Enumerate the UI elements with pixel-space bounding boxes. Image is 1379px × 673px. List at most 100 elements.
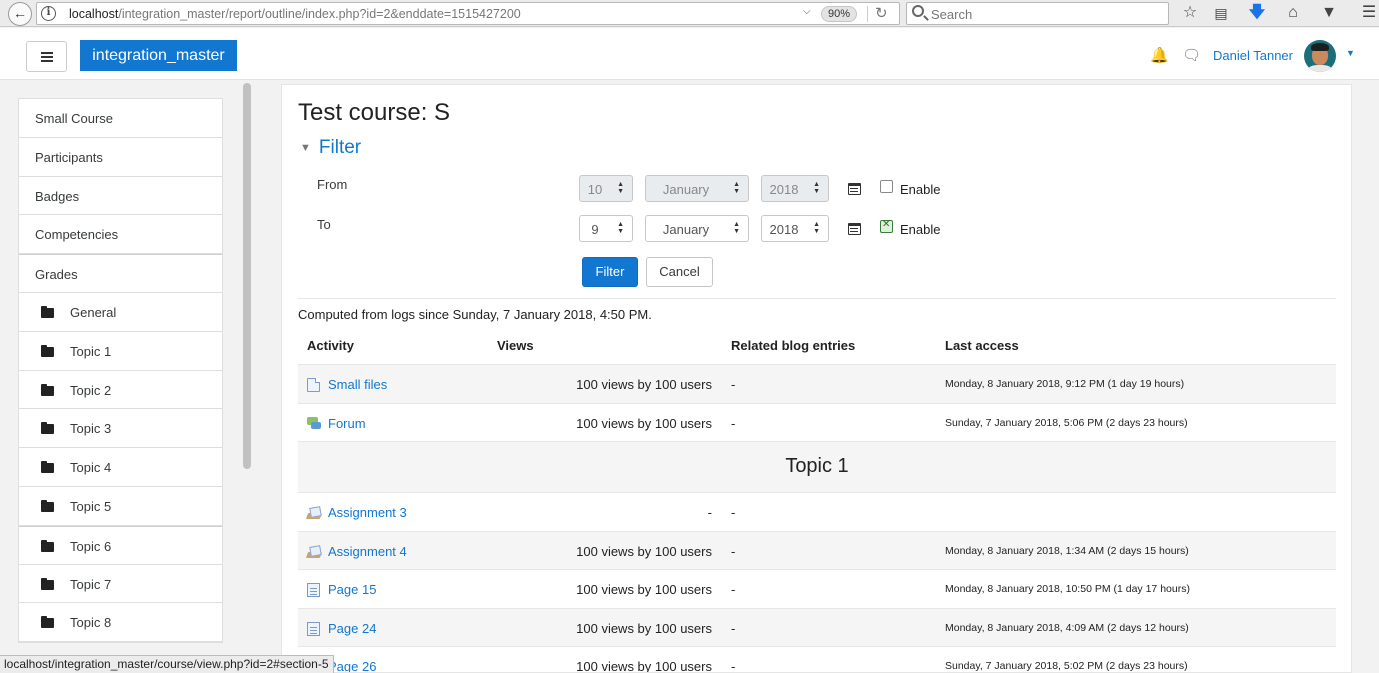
to-enable-checkbox[interactable] — [880, 219, 893, 233]
from-year-select[interactable]: 2018 ▲ ▼ — [761, 175, 829, 202]
site-brand-link[interactable]: integration_master — [80, 40, 237, 71]
table-row: Small files 100 views by 100 users - Monday… — [298, 364, 1336, 403]
sidebar-item-topic-5[interactable]: Topic 5 — [19, 487, 222, 526]
drawer-toggle-button[interactable] — [26, 41, 67, 72]
activity-link[interactable]: Page 15 — [328, 582, 376, 597]
to-month-select[interactable]: January ▲ ▼ — [645, 215, 749, 242]
table-row: Forum 100 views by 100 users - Sunday, 7 Ja… — [298, 402, 1336, 442]
table-row: Page 26 100 views by 100 users - Sunday, 7 … — [298, 646, 1336, 673]
blog-cell: - — [731, 659, 736, 673]
last-access-cell: Sunday, 7 January 2018, 5:06 PM (2 days … — [945, 416, 1188, 429]
computed-from-logs-text: Computed from logs since Sunday, 7 Janua… — [298, 307, 652, 322]
calendar-icon[interactable] — [848, 223, 861, 235]
sidebar-item-topic-7[interactable]: Topic 7 — [19, 565, 222, 604]
col-header-last-access: Last access — [945, 338, 1019, 353]
from-month-select[interactable]: January ▲ ▼ — [645, 175, 749, 202]
pocket-icon[interactable]: ▼ — [1318, 3, 1340, 23]
download-icon[interactable]: 🡇 — [1246, 3, 1268, 23]
user-menu-name[interactable]: Daniel Tanner — [1213, 48, 1293, 63]
sidebar-item-label: Topic 7 — [70, 576, 112, 592]
divider — [298, 298, 1336, 299]
activity-link[interactable]: Forum — [328, 416, 366, 431]
triangle-down-icon: ▼ — [300, 141, 311, 154]
sidebar-item-label: Participants — [35, 149, 103, 165]
activity-link[interactable]: Page 24 — [328, 621, 376, 636]
home-icon[interactable]: ⌂ — [1282, 3, 1304, 23]
from-enable-checkbox[interactable] — [880, 180, 893, 193]
avatar[interactable] — [1304, 40, 1336, 72]
from-day-select[interactable]: 10 ▲ ▼ — [579, 175, 633, 202]
browser-status-bar: localhost/integration_master/course/view… — [0, 655, 334, 673]
blog-cell: - — [731, 415, 736, 431]
views-cell: 100 views by 100 users — [576, 415, 712, 431]
search-icon — [912, 5, 924, 17]
chevron-down-icon[interactable]: ⌵ — [803, 6, 811, 17]
sidebar-item-topic-2[interactable]: Topic 2 — [19, 371, 222, 410]
table-row: Page 15 100 views by 100 users - Monday, 8 … — [298, 569, 1336, 608]
sidebar-item-label: Topic 4 — [70, 460, 112, 476]
section-title: Topic 1 — [785, 455, 849, 477]
last-access-cell: Monday, 8 January 2018, 4:09 AM (2 days … — [945, 621, 1189, 634]
cancel-button[interactable]: Cancel — [646, 257, 713, 287]
url-divider — [867, 6, 868, 22]
bell-icon[interactable]: 🔔 — [1150, 46, 1169, 64]
to-day-select[interactable]: 9 ▲ ▼ — [579, 215, 633, 242]
sidebar-item-grades[interactable]: Grades — [19, 254, 222, 293]
site-info-icon[interactable]: i — [41, 6, 56, 21]
bookmark-star-icon[interactable]: ☆ — [1179, 3, 1201, 23]
table-row: Assignment 3 - - — [298, 492, 1336, 531]
views-cell: 100 views by 100 users — [576, 582, 712, 597]
scroll-thumb[interactable] — [243, 83, 251, 469]
course-nav-list: Small Course Participants Badges Competenci… — [18, 98, 223, 644]
zoom-level-badge[interactable]: 90% — [821, 6, 857, 22]
activity-link[interactable]: Page 26 — [328, 659, 376, 672]
sidebar-item-general[interactable]: General — [19, 293, 222, 332]
blog-cell: - — [731, 582, 736, 597]
sidebar-item-topic-3[interactable]: Topic 3 — [19, 409, 222, 449]
activity-link[interactable]: Assignment 3 — [328, 505, 407, 520]
views-cell: 100 views by 100 users — [576, 620, 712, 636]
views-cell: 100 views by 100 users — [576, 659, 712, 673]
sidebar-item-competencies[interactable]: Competencies — [19, 215, 222, 255]
last-access-cell: Monday, 8 January 2018, 1:34 AM (2 days … — [945, 544, 1189, 557]
sidebar-item-label: Competencies — [35, 227, 119, 243]
filter-collapse-toggle[interactable]: ▼ Filter — [300, 137, 361, 159]
assignment-icon — [307, 545, 320, 559]
last-access-cell: Monday, 8 January 2018, 9:12 PM (1 day 1… — [945, 378, 1185, 390]
caret-down-icon[interactable]: ▼ — [1346, 48, 1355, 58]
col-header-related-blog: Related blog entries — [731, 338, 856, 353]
blog-cell: - — [731, 377, 736, 392]
reading-list-icon[interactable]: ▤ — [1210, 3, 1232, 23]
to-label: To — [317, 217, 331, 232]
filter-button[interactable]: Filter — [582, 257, 638, 287]
sidebar-item-label: Topic 8 — [70, 615, 112, 631]
sidebar-item-topic-8[interactable]: Topic 8 — [19, 603, 222, 643]
sidebar-item-small-course[interactable]: Small Course — [19, 99, 222, 138]
sidebar-item-topic-1[interactable]: Topic 1 — [19, 332, 222, 371]
col-header-views: Views — [497, 338, 534, 353]
sidebar-item-label: Badges — [35, 188, 80, 204]
back-arrow-icon[interactable]: ← — [8, 2, 32, 26]
col-header-activity: Activity — [307, 338, 354, 353]
sidebar-item-label: Topic 2 — [70, 382, 112, 398]
sidebar-item-topic-4[interactable]: Topic 4 — [19, 448, 222, 487]
activity-link[interactable]: Assignment 4 — [328, 544, 407, 559]
url-bar[interactable]: i localhost/integration_master/report/ou… — [36, 2, 900, 25]
site-header: integration_master 🔔 🗨 Daniel Tanner ▼ — [0, 28, 1379, 80]
reload-icon[interactable]: ↻ — [875, 4, 888, 22]
sidebar-item-badges[interactable]: Badges — [19, 177, 222, 216]
last-access-cell: Sunday, 7 January 2018, 5:02 PM (2 days … — [945, 660, 1188, 672]
sidebar-item-topic-6[interactable]: Topic 6 — [19, 525, 222, 565]
to-year-select[interactable]: 2018 ▲ ▼ — [761, 215, 829, 242]
sidebar-item-participants[interactable]: Participants — [19, 138, 222, 177]
drawer-scrollbar[interactable] — [242, 83, 252, 673]
blog-cell: - — [731, 505, 736, 520]
browser-toolbar: ← i localhost/integration_master/report/… — [0, 0, 1379, 27]
hamburger-menu-icon[interactable]: ☰ — [1358, 3, 1379, 23]
browser-search-input[interactable]: Search — [906, 2, 1169, 25]
folder-icon — [41, 305, 54, 318]
from-label: From — [317, 177, 348, 192]
activity-link[interactable]: Small files — [328, 377, 387, 392]
messages-icon[interactable]: 🗨 — [1182, 46, 1201, 64]
calendar-icon[interactable] — [848, 183, 861, 195]
